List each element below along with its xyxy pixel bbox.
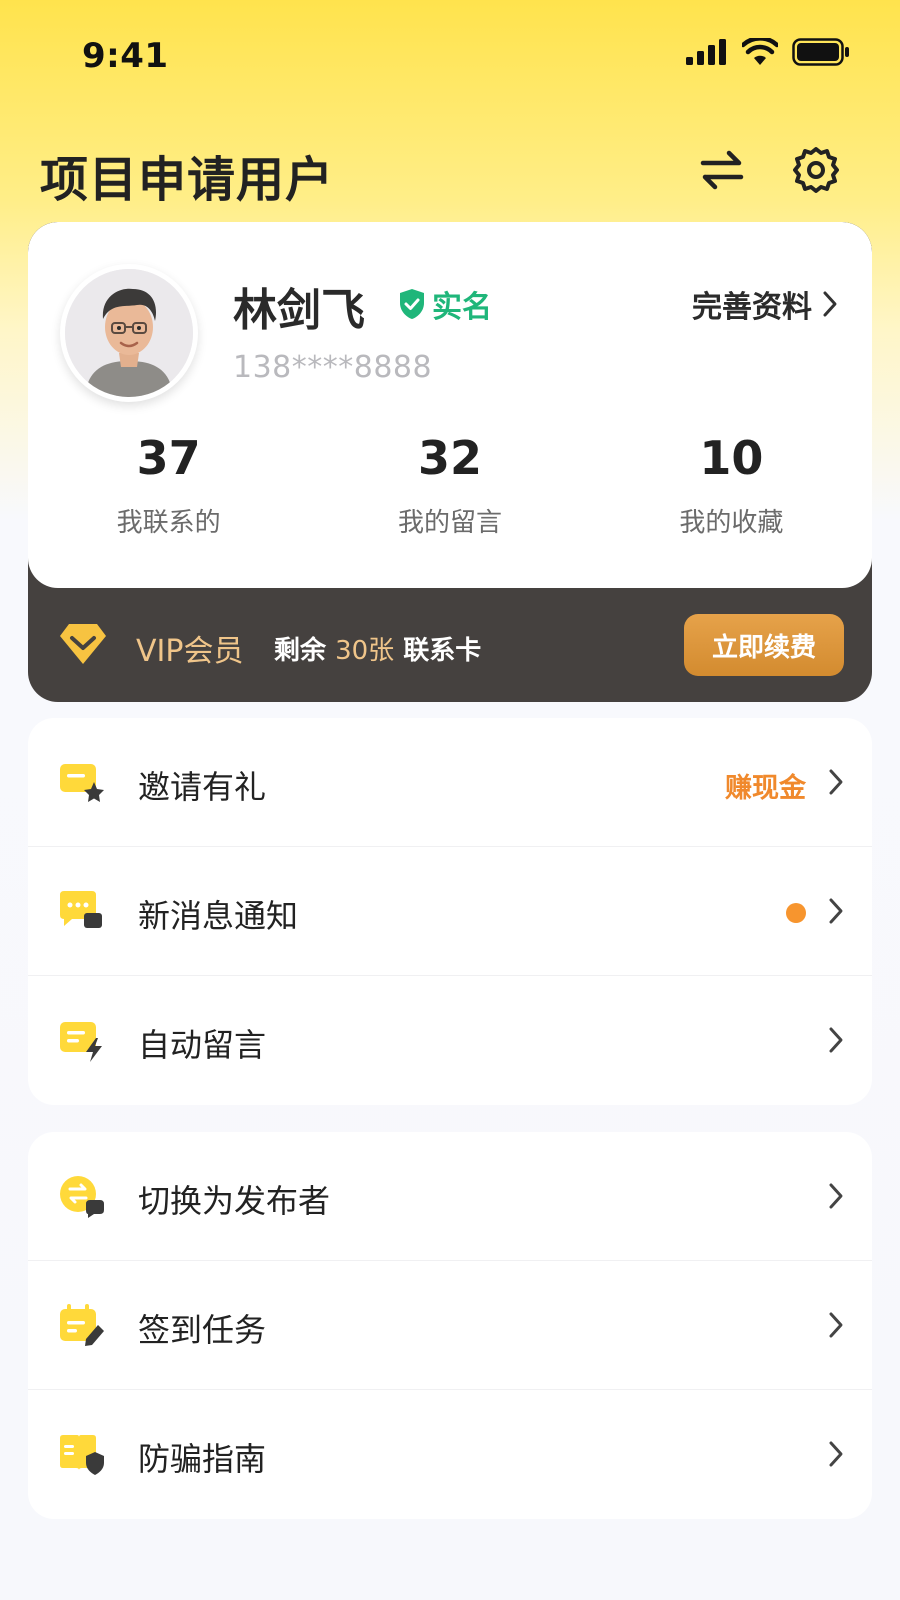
edit-profile-label: 完善资料 [692,290,812,325]
vip-remaining-prefix: 剩余 [274,636,327,666]
settings-button[interactable] [790,144,842,196]
verified-badge: 实名 [398,282,492,326]
menu-label: 防骗指南 [138,1440,267,1478]
menu-item-invite[interactable]: 邀请有礼 赚现金 [28,718,872,847]
stat-favorites[interactable]: 10 我的收藏 [591,430,872,550]
chevron-right-icon [829,769,843,795]
vip-remaining-suffix: 联系卡 [403,636,482,666]
status-icons [686,38,850,66]
menu-item-anti-fraud-guide[interactable]: 防骗指南 [28,1390,872,1519]
menu-label: 签到任务 [138,1311,267,1349]
avatar-illustration [65,269,193,397]
stat-label: 我的留言 [397,508,502,538]
status-time: 9:41 [82,36,169,76]
stat-value: 32 [417,431,482,485]
switch-role-icon [60,1176,104,1218]
menu-label: 邀请有礼 [138,768,267,806]
status-bar: 9:41 [0,0,900,110]
vip-bar: VIP会员 剩余 30张 联系卡 立即续费 [28,588,872,702]
chevron-right-icon [829,1312,843,1338]
verified-shield-icon [400,289,424,319]
profile-info: 林剑飞 实名 138****8888 完善资料 37 我联系的 32 我的留言 [28,222,872,588]
switch-button[interactable] [696,144,748,196]
battery-icon [792,38,849,66]
page-title: 项目申请用户 [40,152,335,208]
chevron-right-icon [829,1027,843,1053]
vip-remaining: 剩余 30张 联系卡 [274,630,481,667]
stat-value: 37 [136,431,201,485]
message-icon [60,891,102,928]
earn-cash-label: 赚现金 [725,773,806,804]
stats-row: 37 我联系的 32 我的留言 10 我的收藏 [28,430,872,550]
menu-group-2: 切换为发布者 签到任务 防骗指南 [28,1132,872,1519]
menu-label: 新消息通知 [138,897,299,935]
chevron-right-icon [829,1183,843,1209]
user-name: 林剑飞 [233,285,365,336]
menu-item-notifications[interactable]: 新消息通知 [28,847,872,976]
header: 项目申请用户 [0,130,900,210]
stat-contacted[interactable]: 37 我联系的 [28,430,309,550]
vip-title: VIP会员 [136,634,244,669]
menu-item-switch-publisher[interactable]: 切换为发布者 [28,1132,872,1261]
stat-value: 10 [699,431,764,485]
menu-item-auto-reply[interactable]: 自动留言 [28,976,872,1105]
edit-profile-link[interactable]: 完善资料 [692,282,838,326]
menu-group-1: 邀请有礼 赚现金 新消息通知 自动留言 [28,718,872,1105]
renew-button[interactable]: 立即续费 [684,614,844,676]
chevron-right-icon [829,1441,843,1467]
vip-remaining-count: 30张 [335,636,395,666]
chevron-right-icon [823,291,837,317]
stat-label: 我联系的 [116,508,221,538]
verified-label: 实名 [432,290,492,325]
stat-label: 我的收藏 [679,508,784,538]
auto-reply-icon [60,1022,102,1062]
unread-dot [786,903,806,923]
diamond-icon [60,624,106,664]
calendar-icon [60,1304,104,1346]
gift-card-icon [60,764,104,802]
profile-card: 林剑飞 实名 138****8888 完善资料 37 我联系的 32 我的留言 [28,222,872,702]
menu-item-checkin-tasks[interactable]: 签到任务 [28,1261,872,1390]
chevron-right-icon [829,898,843,924]
gear-icon [793,147,839,193]
stat-messages[interactable]: 32 我的留言 [309,430,590,550]
swap-arrows-icon [700,150,744,190]
avatar[interactable] [60,264,198,402]
menu-label: 切换为发布者 [138,1182,331,1220]
signal-icon [686,39,726,65]
wifi-icon [742,38,778,65]
menu-label: 自动留言 [138,1026,267,1064]
user-phone: 138****8888 [233,350,433,385]
shield-guide-icon [60,1435,104,1475]
